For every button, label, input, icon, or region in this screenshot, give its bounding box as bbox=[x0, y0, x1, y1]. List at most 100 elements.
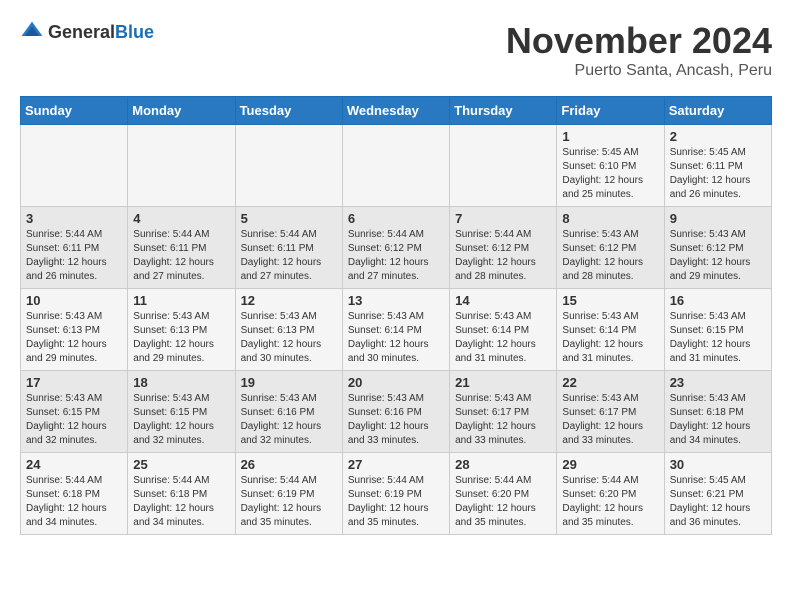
day-info: Sunrise: 5:43 AM Sunset: 6:18 PM Dayligh… bbox=[670, 392, 766, 448]
table-row: 24 Sunrise: 5:44 AM Sunset: 6:18 PM Dayli… bbox=[21, 453, 128, 535]
day-number: 28 bbox=[455, 457, 551, 472]
calendar-week-row: 1 Sunrise: 5:45 AM Sunset: 6:10 PM Daylig… bbox=[21, 125, 772, 207]
table-row: 13Sunrise: 5:43 AM Sunset: 6:14 PM Dayli… bbox=[342, 289, 449, 371]
table-row: 9Sunrise: 5:43 AM Sunset: 6:12 PM Daylig… bbox=[664, 207, 771, 289]
day-info: Sunrise: 5:43 AM Sunset: 6:15 PM Dayligh… bbox=[133, 392, 229, 448]
day-number: 14 bbox=[455, 293, 551, 308]
day-number: 3 bbox=[26, 211, 122, 226]
calendar-header-row: Sunday Monday Tuesday Wednesday Thursday… bbox=[21, 97, 772, 125]
table-row: 10 Sunrise: 5:43 AM Sunset: 6:13 PM Dayli… bbox=[21, 289, 128, 371]
day-info: Sunrise: 5:44 AM Sunset: 6:12 PM Dayligh… bbox=[348, 228, 444, 284]
table-row: 7 Sunrise: 5:44 AM Sunset: 6:12 PM Daylig… bbox=[450, 207, 557, 289]
table-row: 17 Sunrise: 5:43 AM Sunset: 6:15 PM Dayli… bbox=[21, 371, 128, 453]
day-number: 18 bbox=[133, 375, 229, 390]
day-number: 30 bbox=[670, 457, 766, 472]
table-row: 8 Sunrise: 5:43 AM Sunset: 6:12 PM Daylig… bbox=[557, 207, 664, 289]
table-row: 2Sunrise: 5:45 AM Sunset: 6:11 PM Daylig… bbox=[664, 125, 771, 207]
table-row: 22 Sunrise: 5:43 AM Sunset: 6:17 PM Dayli… bbox=[557, 371, 664, 453]
day-info: Sunrise: 5:43 AM Sunset: 6:13 PM Dayligh… bbox=[26, 310, 122, 366]
header-saturday: Saturday bbox=[664, 97, 771, 125]
table-row: 3 Sunrise: 5:44 AM Sunset: 6:11 PM Daylig… bbox=[21, 207, 128, 289]
logo-blue: Blue bbox=[115, 22, 154, 42]
day-info: Sunrise: 5:43 AM Sunset: 6:17 PM Dayligh… bbox=[562, 392, 658, 448]
table-row: 4 Sunrise: 5:44 AM Sunset: 6:11 PM Daylig… bbox=[128, 207, 235, 289]
day-info: Sunrise: 5:43 AM Sunset: 6:13 PM Dayligh… bbox=[241, 310, 337, 366]
day-number: 12 bbox=[241, 293, 337, 308]
day-number: 17 bbox=[26, 375, 122, 390]
header-monday: Monday bbox=[128, 97, 235, 125]
day-info: Sunrise: 5:44 AM Sunset: 6:11 PM Dayligh… bbox=[26, 228, 122, 284]
day-info: Sunrise: 5:43 AM Sunset: 6:16 PM Dayligh… bbox=[241, 392, 337, 448]
table-row: 23 Sunrise: 5:43 AM Sunset: 6:18 PM Dayli… bbox=[664, 371, 771, 453]
table-row bbox=[128, 125, 235, 207]
title-section: November 2024 Puerto Santa, Ancash, Peru bbox=[506, 20, 772, 80]
day-info: Sunrise: 5:43 AM Sunset: 6:17 PM Dayligh… bbox=[455, 392, 551, 448]
page-header: GeneralBlue November 2024 Puerto Santa, … bbox=[20, 20, 772, 80]
table-row: 5 Sunrise: 5:44 AM Sunset: 6:11 PM Daylig… bbox=[235, 207, 342, 289]
day-info: Sunrise: 5:44 AM Sunset: 6:11 PM Dayligh… bbox=[241, 228, 337, 284]
day-info: Sunrise: 5:44 AM Sunset: 6:18 PM Dayligh… bbox=[133, 474, 229, 530]
day-info: Sunrise: 5:43 AM Sunset: 6:13 PM Dayligh… bbox=[133, 310, 229, 366]
table-row: 28 Sunrise: 5:44 AM Sunset: 6:20 PM Dayli… bbox=[450, 453, 557, 535]
header-tuesday: Tuesday bbox=[235, 97, 342, 125]
table-row bbox=[450, 125, 557, 207]
day-number: 26 bbox=[241, 457, 337, 472]
table-row: 19 Sunrise: 5:43 AM Sunset: 6:16 PM Dayli… bbox=[235, 371, 342, 453]
day-number: 5 bbox=[241, 211, 337, 226]
table-row: 26Sunrise: 5:44 AM Sunset: 6:19 PM Dayli… bbox=[235, 453, 342, 535]
header-wednesday: Wednesday bbox=[342, 97, 449, 125]
calendar-week-row: 24 Sunrise: 5:44 AM Sunset: 6:18 PM Dayli… bbox=[21, 453, 772, 535]
header-sunday: Sunday bbox=[21, 97, 128, 125]
day-number: 20 bbox=[348, 375, 444, 390]
day-info: Sunrise: 5:44 AM Sunset: 6:20 PM Dayligh… bbox=[562, 474, 658, 530]
day-number: 10 bbox=[26, 293, 122, 308]
table-row: 21 Sunrise: 5:43 AM Sunset: 6:17 PM Dayli… bbox=[450, 371, 557, 453]
table-row: 14Sunrise: 5:43 AM Sunset: 6:14 PM Dayli… bbox=[450, 289, 557, 371]
table-row: 6 Sunrise: 5:44 AM Sunset: 6:12 PM Daylig… bbox=[342, 207, 449, 289]
table-row: 30 Sunrise: 5:45 AM Sunset: 6:21 PM Dayli… bbox=[664, 453, 771, 535]
day-info: Sunrise: 5:43 AM Sunset: 6:12 PM Dayligh… bbox=[562, 228, 658, 284]
calendar-week-row: 3 Sunrise: 5:44 AM Sunset: 6:11 PM Daylig… bbox=[21, 207, 772, 289]
day-number: 16 bbox=[670, 293, 766, 308]
table-row: 27Sunrise: 5:44 AM Sunset: 6:19 PM Dayli… bbox=[342, 453, 449, 535]
day-number: 1 bbox=[562, 129, 658, 144]
calendar-table: Sunday Monday Tuesday Wednesday Thursday… bbox=[20, 96, 772, 535]
table-row bbox=[235, 125, 342, 207]
logo-general: General bbox=[48, 22, 115, 42]
month-year-title: November 2024 bbox=[506, 20, 772, 62]
day-number: 11 bbox=[133, 293, 229, 308]
table-row: 15Sunrise: 5:43 AM Sunset: 6:14 PM Dayli… bbox=[557, 289, 664, 371]
table-row: 12 Sunrise: 5:43 AM Sunset: 6:13 PM Dayli… bbox=[235, 289, 342, 371]
day-info: Sunrise: 5:45 AM Sunset: 6:10 PM Dayligh… bbox=[562, 146, 658, 202]
day-info: Sunrise: 5:44 AM Sunset: 6:11 PM Dayligh… bbox=[133, 228, 229, 284]
day-number: 6 bbox=[348, 211, 444, 226]
header-thursday: Thursday bbox=[450, 97, 557, 125]
day-number: 8 bbox=[562, 211, 658, 226]
day-number: 22 bbox=[562, 375, 658, 390]
calendar-week-row: 17 Sunrise: 5:43 AM Sunset: 6:15 PM Dayli… bbox=[21, 371, 772, 453]
logo: GeneralBlue bbox=[20, 20, 154, 44]
logo-wordmark: GeneralBlue bbox=[48, 22, 154, 43]
table-row: 18 Sunrise: 5:43 AM Sunset: 6:15 PM Dayli… bbox=[128, 371, 235, 453]
day-info: Sunrise: 5:43 AM Sunset: 6:15 PM Dayligh… bbox=[26, 392, 122, 448]
day-number: 29 bbox=[562, 457, 658, 472]
day-number: 13 bbox=[348, 293, 444, 308]
day-info: Sunrise: 5:45 AM Sunset: 6:21 PM Dayligh… bbox=[670, 474, 766, 530]
table-row: 20Sunrise: 5:43 AM Sunset: 6:16 PM Dayli… bbox=[342, 371, 449, 453]
day-info: Sunrise: 5:44 AM Sunset: 6:12 PM Dayligh… bbox=[455, 228, 551, 284]
header-friday: Friday bbox=[557, 97, 664, 125]
day-number: 23 bbox=[670, 375, 766, 390]
table-row: 11 Sunrise: 5:43 AM Sunset: 6:13 PM Dayli… bbox=[128, 289, 235, 371]
day-number: 24 bbox=[26, 457, 122, 472]
table-row bbox=[21, 125, 128, 207]
day-number: 7 bbox=[455, 211, 551, 226]
day-number: 19 bbox=[241, 375, 337, 390]
day-number: 4 bbox=[133, 211, 229, 226]
table-row: 1 Sunrise: 5:45 AM Sunset: 6:10 PM Daylig… bbox=[557, 125, 664, 207]
calendar-week-row: 10 Sunrise: 5:43 AM Sunset: 6:13 PM Dayli… bbox=[21, 289, 772, 371]
day-info: Sunrise: 5:44 AM Sunset: 6:18 PM Dayligh… bbox=[26, 474, 122, 530]
day-number: 27 bbox=[348, 457, 444, 472]
day-info: Sunrise: 5:44 AM Sunset: 6:20 PM Dayligh… bbox=[455, 474, 551, 530]
table-row: 16Sunrise: 5:43 AM Sunset: 6:15 PM Dayli… bbox=[664, 289, 771, 371]
day-number: 21 bbox=[455, 375, 551, 390]
